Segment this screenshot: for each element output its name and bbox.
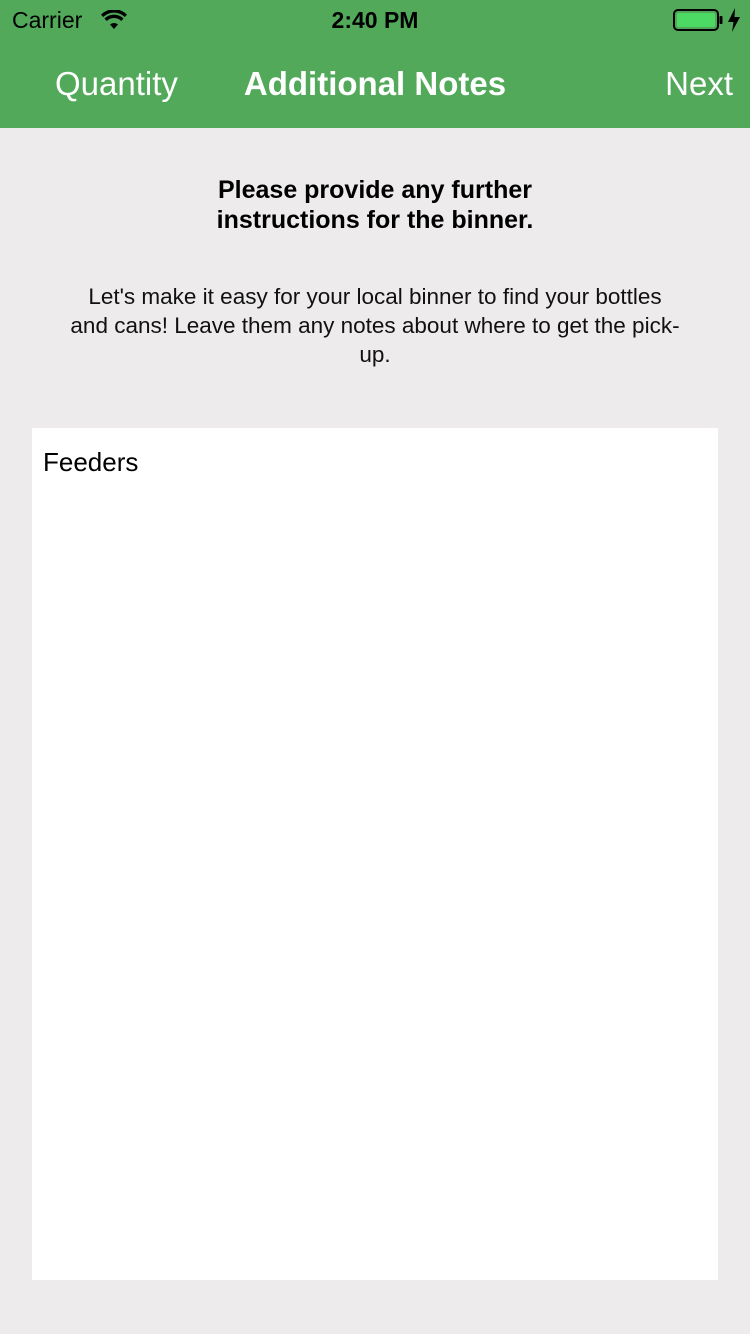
instructions-description: Let's make it easy for your local binner… bbox=[70, 284, 680, 367]
battery-icon bbox=[673, 9, 723, 31]
status-time: 2:40 PM bbox=[331, 7, 419, 33]
charging-bolt-icon bbox=[728, 8, 740, 32]
back-button[interactable]: Quantity bbox=[55, 64, 178, 104]
navigation-bar: Carrier 2:40 PM Quantity Additional Note… bbox=[0, 0, 750, 128]
status-bar: Carrier 2:40 PM bbox=[0, 0, 750, 40]
next-button[interactable]: Next bbox=[665, 64, 733, 104]
instructions-heading: Please provide any further instructions … bbox=[216, 176, 534, 234]
notes-textarea[interactable]: Feeders bbox=[32, 428, 718, 1280]
